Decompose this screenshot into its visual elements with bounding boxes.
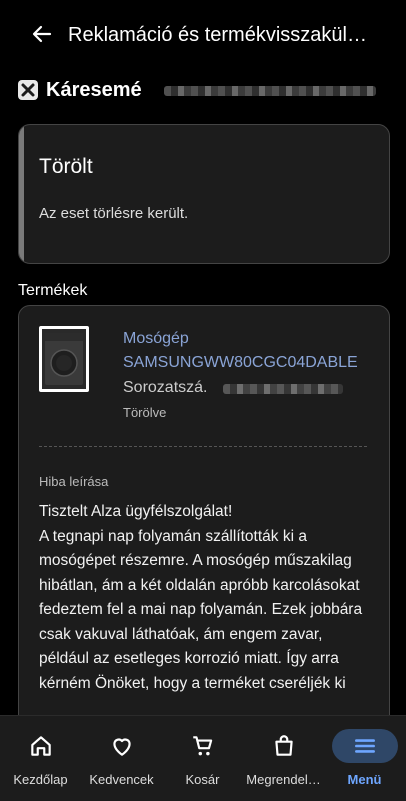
product-serial: Sorozatszá. xyxy=(123,379,208,396)
status-text: Az eset törlésre került. xyxy=(39,205,189,222)
nav-item-cart[interactable]: Kosár xyxy=(162,716,243,801)
nav-label-cart: Kosár xyxy=(185,772,220,787)
status-title: Törölt xyxy=(39,155,93,178)
divider xyxy=(39,446,367,447)
bottom-navigation: Kezdőlap Kedvencek Kosár Megrendel… Menü xyxy=(0,715,406,801)
nav-label-orders: Megrendel… xyxy=(246,772,321,787)
app-bar: Reklamáció és termékvisszakül… xyxy=(0,0,406,70)
menu-icon xyxy=(354,739,375,753)
page-title: Reklamáció és termékvisszakül… xyxy=(68,24,367,46)
cart-icon xyxy=(192,736,212,756)
nav-item-home[interactable]: Kezdőlap xyxy=(0,716,81,801)
case-title: Káresemé xyxy=(46,79,142,101)
product-model-link[interactable]: SAMSUNGWW80CGC04DABLE xyxy=(123,354,358,372)
error-description-label: Hiba leírása xyxy=(39,474,109,489)
nav-label-favorites: Kedvencek xyxy=(89,772,154,787)
shopping-bag-icon xyxy=(274,735,293,756)
redacted-case-id xyxy=(164,86,376,96)
section-label-products: Termékek xyxy=(18,282,88,299)
nav-item-favorites[interactable]: Kedvencek xyxy=(81,716,162,801)
home-icon xyxy=(30,736,51,756)
nav-label-menu: Menü xyxy=(347,772,382,787)
product-thumbnail[interactable] xyxy=(39,326,89,392)
back-arrow-icon[interactable] xyxy=(30,22,54,46)
heart-icon xyxy=(112,738,131,756)
status-accent-bar xyxy=(19,125,24,263)
redacted-serial xyxy=(223,384,343,394)
nav-item-menu[interactable]: Menü xyxy=(324,716,405,801)
nav-label-home: Kezdőlap xyxy=(13,772,68,787)
product-category-link[interactable]: Mosógép xyxy=(123,330,189,348)
tools-icon xyxy=(18,80,38,100)
error-description-text: Tisztelt Alza ügyfélszolgálat! A tegnapi… xyxy=(39,503,363,692)
case-header: Káresemé xyxy=(18,79,398,101)
status-card: Törölt Az eset törlésre került. xyxy=(18,124,390,264)
nav-item-orders[interactable]: Megrendel… xyxy=(243,716,324,801)
product-status: Törölve xyxy=(123,405,167,420)
product-card: Mosógép SAMSUNGWW80CGC04DABLE Sorozatszá… xyxy=(18,305,390,747)
